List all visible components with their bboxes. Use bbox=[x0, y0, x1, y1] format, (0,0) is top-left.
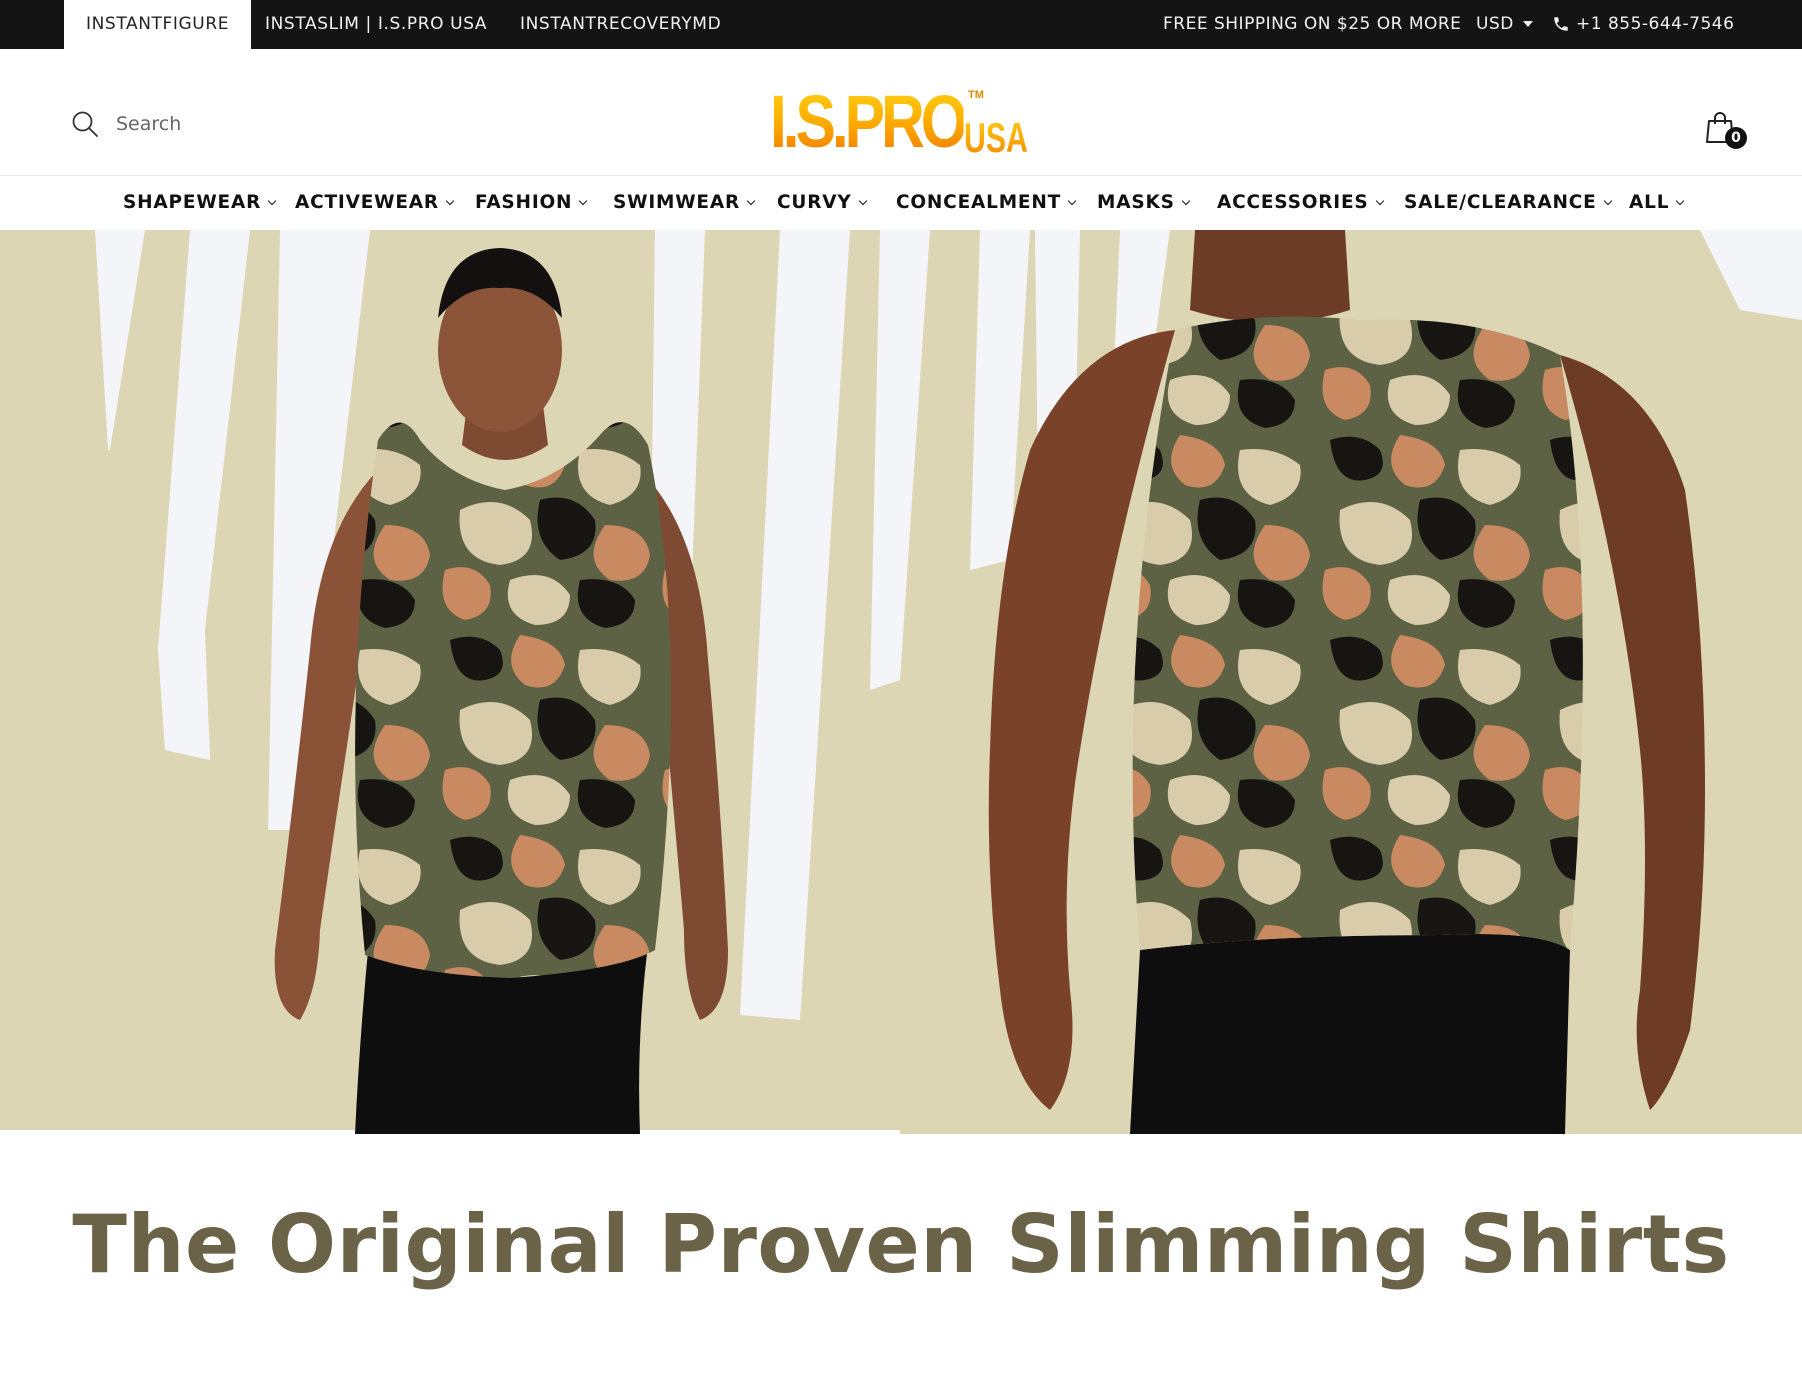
chevron-down-icon bbox=[1676, 196, 1685, 206]
phone-icon bbox=[1554, 17, 1568, 31]
nav-item-shapewear[interactable]: SHAPEWEAR bbox=[123, 176, 277, 230]
main-nav: SHAPEWEAR ACTIVEWEAR FASHION SWIMWEAR CU… bbox=[0, 176, 1802, 230]
logo-trademark: TM bbox=[968, 89, 984, 101]
nav-item-all[interactable]: ALL bbox=[1629, 176, 1685, 230]
chevron-down-icon bbox=[1603, 196, 1612, 206]
chevron-down-icon bbox=[267, 196, 277, 206]
nav-item-swimwear[interactable]: SWIMWEAR bbox=[613, 176, 756, 230]
chevron-down-icon bbox=[1067, 196, 1077, 206]
currency-selector[interactable]: USD bbox=[1476, 0, 1533, 49]
search-bar[interactable] bbox=[70, 107, 336, 141]
phone-link[interactable]: +1 855-644-7546 bbox=[1552, 0, 1734, 49]
nav-item-label: ALL bbox=[1629, 192, 1670, 213]
phone-number: +1 855-644-7546 bbox=[1576, 14, 1735, 34]
cart-button[interactable]: 0 bbox=[1704, 109, 1747, 149]
nav-item-label: FASHION bbox=[475, 192, 573, 213]
chevron-down-icon bbox=[1181, 196, 1190, 206]
top-bar: INSTANTFIGURE INSTASLIM | I.S.PRO USA IN… bbox=[0, 0, 1802, 49]
nav-item-label: CURVY bbox=[777, 192, 852, 213]
nav-item-label: MASKS bbox=[1097, 192, 1175, 213]
logo-usa: USA bbox=[964, 114, 1028, 161]
search-icon bbox=[72, 111, 98, 137]
nav-item-label: SHAPEWEAR bbox=[123, 192, 262, 213]
nav-item-masks[interactable]: MASKS bbox=[1097, 176, 1190, 230]
hero-image bbox=[0, 230, 1802, 1134]
nav-item-fashion[interactable]: FASHION bbox=[475, 176, 588, 230]
nav-item-curvy[interactable]: CURVY bbox=[777, 176, 867, 230]
cart-count-badge: 0 bbox=[1725, 127, 1747, 149]
hero-banner[interactable] bbox=[0, 230, 1802, 1134]
page-headline: The Original Proven Slimming Shirts bbox=[72, 1198, 1730, 1291]
nav-item-label: SALE/CLEARANCE bbox=[1404, 192, 1597, 213]
chevron-down-icon bbox=[1375, 196, 1384, 206]
nav-item-label: SWIMWEAR bbox=[613, 192, 741, 213]
search-input[interactable] bbox=[116, 113, 336, 135]
currency-label: USD bbox=[1476, 14, 1514, 34]
caret-down-icon bbox=[1522, 21, 1533, 27]
chevron-down-icon bbox=[445, 196, 455, 206]
chevron-down-icon bbox=[858, 196, 867, 206]
nav-item-accessories[interactable]: ACCESSORIES bbox=[1217, 176, 1384, 230]
nav-item-label: ACCESSORIES bbox=[1217, 192, 1369, 213]
free-shipping-banner: FREE SHIPPING ON $25 OR MORE bbox=[1163, 14, 1462, 34]
site-tab-instantrecoverymd[interactable]: INSTANTRECOVERYMD bbox=[520, 0, 721, 49]
site-tab-instantfigure[interactable]: INSTANTFIGURE bbox=[64, 0, 252, 49]
chevron-down-icon bbox=[746, 196, 756, 206]
site-header: I.S.PRO TM USA 0 bbox=[0, 49, 1802, 176]
nav-item-sale-clearance[interactable]: SALE/CLEARANCE bbox=[1404, 176, 1612, 230]
nav-item-label: ACTIVEWEAR bbox=[295, 192, 439, 213]
nav-item-concealment[interactable]: CONCEALMENT bbox=[896, 176, 1077, 230]
logo-wordmark: I.S.PRO bbox=[770, 80, 968, 163]
nav-item-label: CONCEALMENT bbox=[896, 192, 1062, 213]
nav-item-activewear[interactable]: ACTIVEWEAR bbox=[295, 176, 455, 230]
chevron-down-icon bbox=[579, 196, 588, 206]
site-logo[interactable]: I.S.PRO TM USA bbox=[770, 79, 1036, 159]
site-tab-instaslim[interactable]: INSTASLIM | I.S.PRO USA bbox=[265, 0, 487, 49]
